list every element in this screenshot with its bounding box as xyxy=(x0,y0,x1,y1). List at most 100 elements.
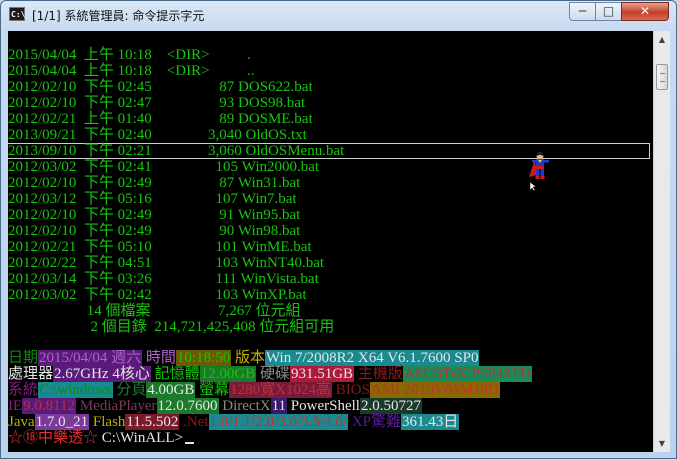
files-unit: 位元組 xyxy=(255,303,301,319)
entry-size: 107 xyxy=(215,191,239,207)
status-value: C:\windows xyxy=(38,382,113,398)
status-label: IE xyxy=(8,398,23,414)
console-line: 處理器2.67GHz 4核心 記憶體12.00GB 硬碟931.51GB 主機版… xyxy=(8,366,532,382)
status-value: 1.7.0_21 xyxy=(34,414,90,430)
entry-time: 03:26 xyxy=(117,271,152,287)
entry-name: . xyxy=(247,47,251,63)
entry-time: 10:18 xyxy=(117,63,152,79)
status-value: 9.0.8112 xyxy=(22,398,77,414)
entry-name: WinNT40.bat xyxy=(241,255,325,271)
status-value: 1.0/1.1/2.0/3.0/3.5/4.0/ xyxy=(208,414,349,430)
console-line: Java1.7.0_21 Flash11.5.502 .Net1.0/1.1/2… xyxy=(8,414,460,430)
entry-name: .. xyxy=(247,63,255,79)
status-value: 4.00GB xyxy=(146,382,196,398)
entry-ampm: 下午 xyxy=(83,207,114,223)
close-button[interactable]: ✕ xyxy=(621,2,669,21)
status-label: 系統 xyxy=(8,382,39,398)
minimize-button[interactable]: ─ xyxy=(569,2,596,21)
entry-date: 2012/02/10 xyxy=(8,95,77,111)
console-output[interactable]: 2015/04/04 上午 10:18 <DIR> . 2015/04/04 上午… xyxy=(8,31,653,452)
entry-dir-tag: <DIR> xyxy=(166,63,210,79)
entry-time: 02:42 xyxy=(117,287,152,303)
status-label: 版本 xyxy=(234,350,265,366)
status-value: AMI 2010Y05M18D xyxy=(369,382,500,398)
entry-ampm: 上午 xyxy=(83,47,114,63)
status-label: BIOS xyxy=(335,382,370,398)
scroll-up-icon[interactable]: ▲ xyxy=(654,31,670,48)
console-line: 2012/02/21 上午 01:40 89 DOSME.bat xyxy=(8,111,313,127)
console-line: IE9.0.8112 MediaPlayer12.0.7600 DirectX1… xyxy=(8,398,422,414)
dirs-label: 個目錄 xyxy=(101,319,147,335)
console-line: 2012/02/10 下午 02:45 87 DOS622.bat xyxy=(8,79,313,95)
status-value: 931.51GB xyxy=(289,366,355,382)
console-window: C:\ [1/1] 系統管理員: 命令提示字元 ─ □ ✕ 2015/04/04… xyxy=(0,0,677,459)
vertical-scrollbar[interactable]: ▲ ▼ xyxy=(653,31,670,452)
title-bar[interactable]: C:\ [1/1] 系統管理員: 命令提示字元 ─ □ ✕ xyxy=(1,1,676,31)
status-value: 11.5.502 xyxy=(125,414,180,430)
console-line: 2012/02/10 下午 02:49 87 Win31.bat xyxy=(8,175,300,191)
files-bytes: 7,267 xyxy=(218,303,252,319)
entry-date: 2012/02/21 xyxy=(8,239,77,255)
dirs-count: 2 xyxy=(90,319,99,335)
console-line: 2 個目錄 214,721,425,408 位元組可用 xyxy=(8,319,335,335)
entry-time: 02:45 xyxy=(117,79,152,95)
status-value: 12.0.7600 xyxy=(156,398,219,414)
entry-date: 2012/03/02 xyxy=(8,159,77,175)
status-value: 10:18:50 xyxy=(175,350,232,366)
entry-size: 103 xyxy=(215,255,239,271)
entry-date: 2012/02/21 xyxy=(8,111,77,127)
entry-date: 2013/09/21 xyxy=(8,127,77,143)
entry-size: 3,060 xyxy=(208,143,242,159)
status-label: 記憶體 xyxy=(154,366,200,382)
entry-size: 3,040 xyxy=(208,127,242,143)
status-value: 2.0.50727 xyxy=(359,398,422,414)
entry-date: 2015/04/04 xyxy=(8,47,77,63)
entry-ampm: 下午 xyxy=(83,127,114,143)
entry-name: OldOSMenu.bat xyxy=(245,143,345,159)
entry-time: 05:16 xyxy=(117,191,152,207)
console-line: 2012/02/10 下午 02:49 91 Win95.bat xyxy=(8,207,300,223)
console-line: 2013/09/10 下午 02:21 3,060 OldOSMenu.bat xyxy=(8,143,344,159)
entry-name: Win7.bat xyxy=(241,191,297,207)
console-line: 2012/02/22 下午 04:51 103 WinNT40.bat xyxy=(8,255,324,271)
entry-ampm: 下午 xyxy=(83,143,114,159)
entry-size: 111 xyxy=(215,271,237,287)
scroll-thumb[interactable] xyxy=(656,64,668,90)
entry-name: DOSME.bat xyxy=(238,111,313,127)
status-label: 時間 xyxy=(145,350,176,366)
maximize-button[interactable]: □ xyxy=(595,2,622,21)
status-value: 361.43日 xyxy=(401,414,460,430)
entry-name: DOS98.bat xyxy=(238,95,306,111)
entry-name: DOS622.bat xyxy=(238,79,313,95)
console-line: 2015/04/04 上午 10:18 <DIR> .. xyxy=(8,63,255,79)
entry-size: 103 xyxy=(215,287,239,303)
status-label: 處理器 xyxy=(8,366,54,382)
entry-ampm: 下午 xyxy=(83,175,114,191)
entry-time: 02:40 xyxy=(117,127,152,143)
prompt-brand: ☆⑱中樂透☆ xyxy=(8,430,99,446)
status-value: ASUSTeK P5P43TD xyxy=(402,366,532,382)
cmd-icon[interactable]: C:\ xyxy=(9,7,25,21)
entry-name: WinXP.bat xyxy=(241,287,307,303)
files-count: 14 xyxy=(86,303,102,319)
status-value: 11 xyxy=(270,398,288,414)
entry-ampm: 下午 xyxy=(83,223,114,239)
text-cursor xyxy=(184,442,194,444)
entry-ampm: 下午 xyxy=(83,287,114,303)
entry-date: 2012/02/10 xyxy=(8,207,77,223)
entry-size: 91 xyxy=(219,207,235,223)
status-label: 硬碟 xyxy=(259,366,290,382)
entry-time: 02:21 xyxy=(117,143,152,159)
entry-ampm: 下午 xyxy=(83,255,114,271)
entry-name: OldOS.txt xyxy=(245,127,307,143)
scroll-down-icon[interactable]: ▼ xyxy=(654,435,670,452)
entry-ampm: 下午 xyxy=(83,159,114,175)
entry-time: 02:49 xyxy=(117,223,152,239)
entry-ampm: 下午 xyxy=(83,191,114,207)
status-value: 2015/04/04 週六 xyxy=(38,350,143,366)
free-unit: 位元組可用 xyxy=(259,319,335,335)
console-line: 2012/02/10 下午 02:49 90 Win98.bat xyxy=(8,223,300,239)
prompt-path: C:\WinALL> xyxy=(98,430,183,446)
console-line: 2012/03/12 下午 05:16 107 Win7.bat xyxy=(8,191,297,207)
entry-name: WinME.bat xyxy=(241,239,312,255)
